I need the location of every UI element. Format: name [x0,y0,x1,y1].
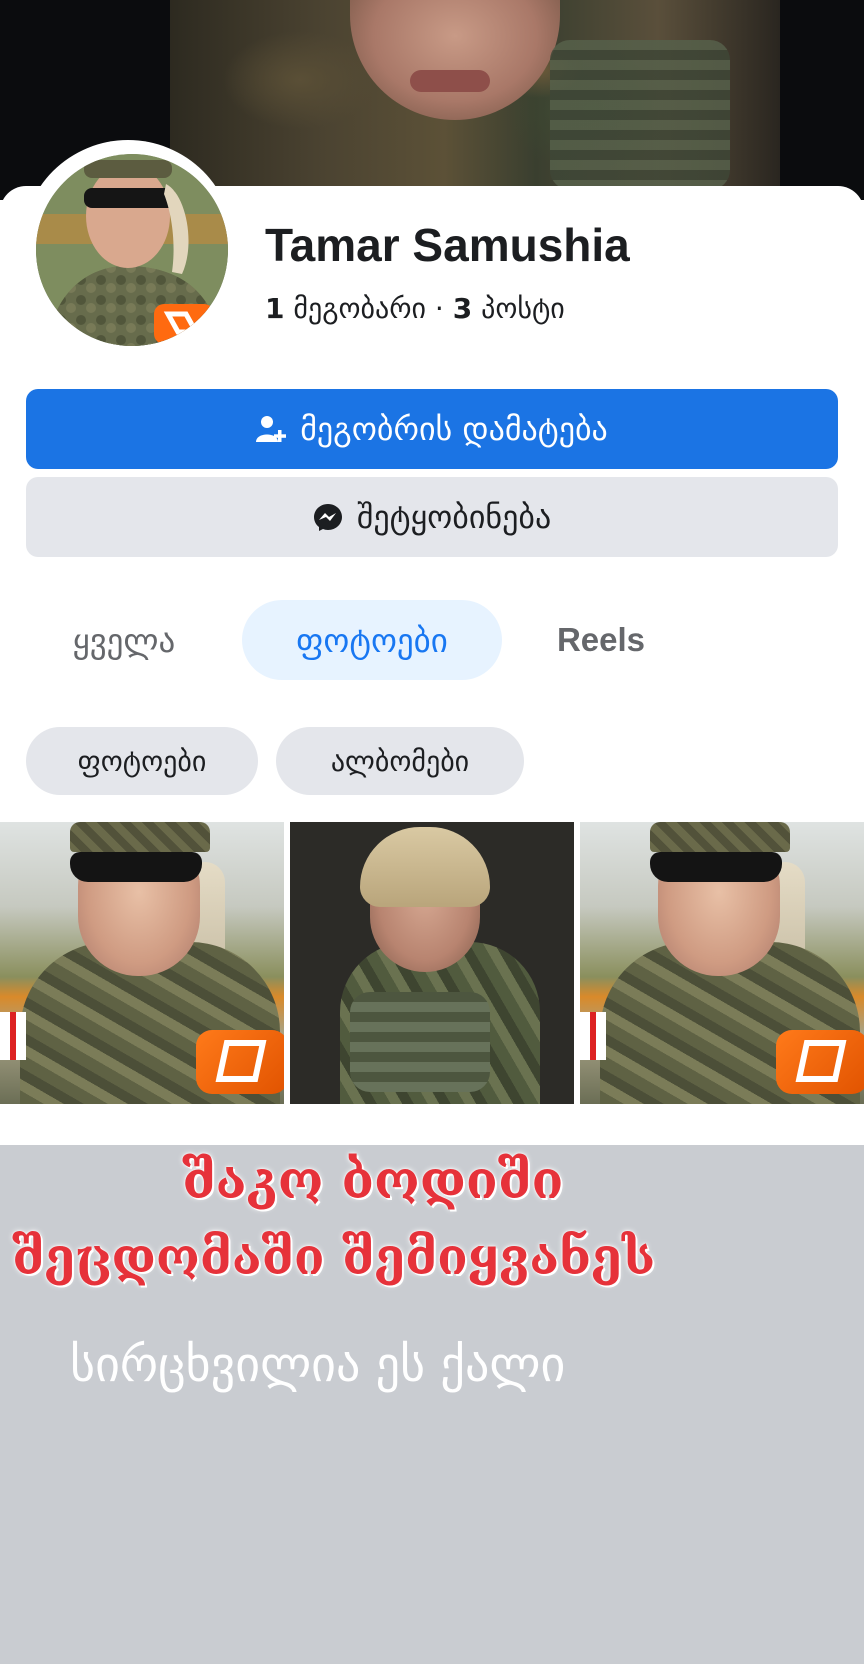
subtab-albums[interactable]: ალბომები [276,727,524,795]
caption-line-3: სირცხვილია ეს ქალი [70,1337,566,1393]
flag-patch [0,1012,26,1060]
add-friend-icon [256,414,287,444]
photo-tile[interactable] [290,822,574,1104]
message-label: შეტყობინება [356,498,552,536]
message-button[interactable]: შეტყობინება [26,477,838,557]
soldier-figure [20,822,284,1104]
cap [70,822,210,852]
cover-gear [550,40,730,190]
friends-label[interactable]: მეგობარი [293,292,426,325]
microphone [196,1030,284,1094]
mic-logo [215,1040,267,1082]
microphone [776,1030,864,1094]
profile-name: Tamar Samushia [265,219,630,271]
photo-tile[interactable] [580,822,864,1104]
friends-count[interactable]: 1 [265,292,284,325]
tab-reels[interactable]: Reels [526,600,676,680]
stats-separator: · [434,292,444,325]
mic-logo [795,1040,847,1082]
soldier-figure [600,822,864,1104]
avatar-image [36,154,228,346]
profile-tabs: ყველა ფოტოები Reels [0,600,864,682]
tab-all[interactable]: ყველა [34,600,214,680]
sunglasses [650,852,782,882]
cover-face [350,0,560,120]
cover-image [170,0,780,200]
selfie-gear [350,992,490,1092]
selfie-figure [310,822,550,1104]
subtab-photos[interactable]: ფოტოები [26,727,258,795]
tab-photos[interactable]: ფოტოები [242,600,502,680]
caption-line-1: შაკო ბოდიში [182,1150,564,1211]
sunglasses [70,852,202,882]
photo-tile[interactable] [0,822,284,1104]
posts-count: 3 [452,292,473,325]
selfie-hair [360,827,490,907]
posts-label: პოსტი [481,292,565,325]
cap [650,822,790,852]
avatar[interactable] [36,154,228,346]
profile-stats: 1 მეგობარი · 3 პოსტი [265,292,565,325]
caption-line-2: შეცდომაში შემიყვანეს [12,1227,656,1286]
caption-overlay [0,1145,864,1664]
add-friend-button[interactable]: მეგობრის დამატება [26,389,838,469]
add-friend-label: მეგობრის დამატება [300,410,608,448]
messenger-icon [313,502,343,532]
cover-lips [410,70,490,92]
flag-patch [580,1012,606,1060]
photo-grid [0,822,864,1104]
